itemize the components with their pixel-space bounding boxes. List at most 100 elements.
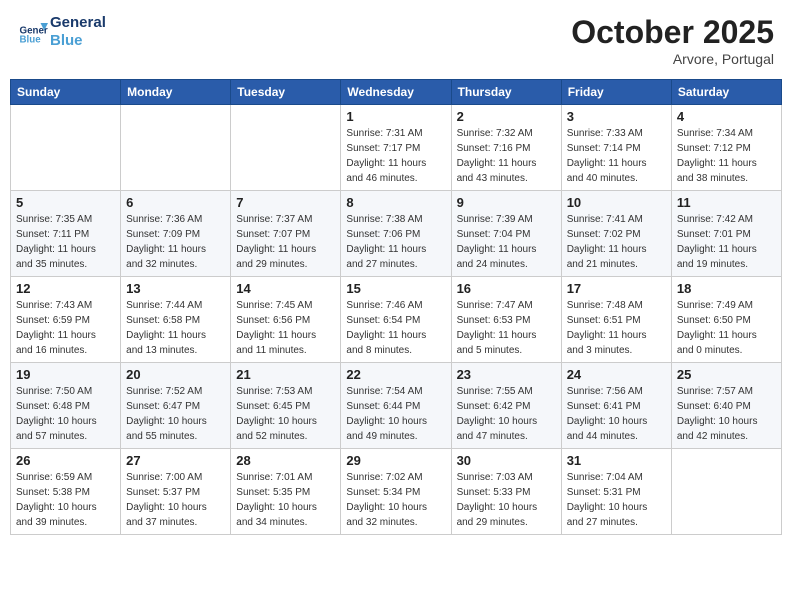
day-number: 4 xyxy=(677,109,776,124)
calendar-cell: 8Sunrise: 7:38 AM Sunset: 7:06 PM Daylig… xyxy=(341,191,451,277)
calendar-week-row: 19 Sunrise: 7:50 AM Sunset: 6:48 PM Dayli… xyxy=(11,363,782,449)
calendar-cell xyxy=(11,105,121,191)
day-info: Sunrise: 7:38 AM Sunset: 7:06 PM Dayligh… xyxy=(346,212,445,272)
day-info: Sunrise: 7:33 AM Sunset: 7:14 PM Dayligh… xyxy=(567,126,666,186)
day-of-week-header: Sunday xyxy=(11,80,121,105)
day-info: Sunrise: 7:02 AM Sunset: 5:34 PM Dayligh… xyxy=(346,470,445,530)
day-info: Sunrise: 7:35 AM Sunset: 7:11 PM Dayligh… xyxy=(16,212,115,272)
day-info: Sunrise: 7:57 AM Sunset: 6:40 PM Dayligh… xyxy=(677,384,776,444)
day-number: 3 xyxy=(567,109,666,124)
calendar-week-row: 5 Sunrise: 7:35 AM Sunset: 7:11 PM Daylig… xyxy=(11,191,782,277)
day-number: 23 xyxy=(457,367,556,382)
calendar-cell: 24 Sunrise: 7:56 AM Sunset: 6:41 PM Dayli… xyxy=(561,363,671,449)
day-info: Sunrise: 7:45 AM Sunset: 6:56 PM Dayligh… xyxy=(236,298,335,358)
logo-line1: General xyxy=(50,14,106,32)
calendar-cell: 31Sunrise: 7:04 AM Sunset: 5:31 PM Dayli… xyxy=(561,449,671,535)
calendar-week-row: 26 Sunrise: 6:59 AM Sunset: 5:38 PM Dayli… xyxy=(11,449,782,535)
day-of-week-header: Tuesday xyxy=(231,80,341,105)
calendar-cell: 17Sunrise: 7:48 AM Sunset: 6:51 PM Dayli… xyxy=(561,277,671,363)
calendar-cell xyxy=(671,449,781,535)
day-number: 6 xyxy=(126,195,225,210)
day-number: 26 xyxy=(16,453,115,468)
day-number: 12 xyxy=(16,281,115,296)
day-info: Sunrise: 7:39 AM Sunset: 7:04 PM Dayligh… xyxy=(457,212,556,272)
day-number: 25 xyxy=(677,367,776,382)
day-info: Sunrise: 7:37 AM Sunset: 7:07 PM Dayligh… xyxy=(236,212,335,272)
day-info: Sunrise: 7:32 AM Sunset: 7:16 PM Dayligh… xyxy=(457,126,556,186)
day-number: 24 xyxy=(567,367,666,382)
calendar-cell: 14 Sunrise: 7:45 AM Sunset: 6:56 PM Dayli… xyxy=(231,277,341,363)
calendar-cell: 23 Sunrise: 7:55 AM Sunset: 6:42 PM Dayli… xyxy=(451,363,561,449)
day-info: Sunrise: 7:55 AM Sunset: 6:42 PM Dayligh… xyxy=(457,384,556,444)
calendar-cell: 3 Sunrise: 7:33 AM Sunset: 7:14 PM Daylig… xyxy=(561,105,671,191)
day-info: Sunrise: 6:59 AM Sunset: 5:38 PM Dayligh… xyxy=(16,470,115,530)
calendar-cell: 2 Sunrise: 7:32 AM Sunset: 7:16 PM Daylig… xyxy=(451,105,561,191)
day-of-week-header: Wednesday xyxy=(341,80,451,105)
day-number: 17 xyxy=(567,281,666,296)
day-number: 13 xyxy=(126,281,225,296)
calendar-cell: 20 Sunrise: 7:52 AM Sunset: 6:47 PM Dayli… xyxy=(121,363,231,449)
calendar-cell: 13 Sunrise: 7:44 AM Sunset: 6:58 PM Dayli… xyxy=(121,277,231,363)
month-title: October 2025 xyxy=(571,14,774,51)
day-info: Sunrise: 7:52 AM Sunset: 6:47 PM Dayligh… xyxy=(126,384,225,444)
calendar-cell xyxy=(121,105,231,191)
logo-icon: General Blue xyxy=(18,17,48,47)
day-info: Sunrise: 7:44 AM Sunset: 6:58 PM Dayligh… xyxy=(126,298,225,358)
day-of-week-header: Monday xyxy=(121,80,231,105)
calendar-cell: 5 Sunrise: 7:35 AM Sunset: 7:11 PM Daylig… xyxy=(11,191,121,277)
calendar-cell: 28Sunrise: 7:01 AM Sunset: 5:35 PM Dayli… xyxy=(231,449,341,535)
calendar-cell: 15 Sunrise: 7:46 AM Sunset: 6:54 PM Dayli… xyxy=(341,277,451,363)
day-number: 31 xyxy=(567,453,666,468)
day-number: 19 xyxy=(16,367,115,382)
day-number: 28 xyxy=(236,453,335,468)
day-info: Sunrise: 7:46 AM Sunset: 6:54 PM Dayligh… xyxy=(346,298,445,358)
title-block: October 2025 Arvore, Portugal xyxy=(571,14,774,67)
day-number: 9 xyxy=(457,195,556,210)
day-of-week-header: Friday xyxy=(561,80,671,105)
day-info: Sunrise: 7:34 AM Sunset: 7:12 PM Dayligh… xyxy=(677,126,776,186)
day-number: 10 xyxy=(567,195,666,210)
calendar-cell: 9 Sunrise: 7:39 AM Sunset: 7:04 PM Daylig… xyxy=(451,191,561,277)
calendar-week-row: 1Sunrise: 7:31 AM Sunset: 7:17 PM Daylig… xyxy=(11,105,782,191)
day-number: 11 xyxy=(677,195,776,210)
calendar-table: SundayMondayTuesdayWednesdayThursdayFrid… xyxy=(10,79,782,535)
calendar-cell: 21Sunrise: 7:53 AM Sunset: 6:45 PM Dayli… xyxy=(231,363,341,449)
day-number: 30 xyxy=(457,453,556,468)
day-number: 18 xyxy=(677,281,776,296)
day-info: Sunrise: 7:42 AM Sunset: 7:01 PM Dayligh… xyxy=(677,212,776,272)
day-info: Sunrise: 7:54 AM Sunset: 6:44 PM Dayligh… xyxy=(346,384,445,444)
calendar-cell: 26 Sunrise: 6:59 AM Sunset: 5:38 PM Dayli… xyxy=(11,449,121,535)
calendar-cell xyxy=(231,105,341,191)
calendar-cell: 7 Sunrise: 7:37 AM Sunset: 7:07 PM Daylig… xyxy=(231,191,341,277)
calendar-cell: 6Sunrise: 7:36 AM Sunset: 7:09 PM Daylig… xyxy=(121,191,231,277)
calendar-cell: 22 Sunrise: 7:54 AM Sunset: 6:44 PM Dayli… xyxy=(341,363,451,449)
day-number: 27 xyxy=(126,453,225,468)
day-number: 29 xyxy=(346,453,445,468)
calendar-header-row: SundayMondayTuesdayWednesdayThursdayFrid… xyxy=(11,80,782,105)
day-number: 5 xyxy=(16,195,115,210)
calendar-cell: 4 Sunrise: 7:34 AM Sunset: 7:12 PM Daylig… xyxy=(671,105,781,191)
location: Arvore, Portugal xyxy=(571,51,774,67)
day-number: 2 xyxy=(457,109,556,124)
page-header: General Blue General Blue October 2025 A… xyxy=(10,10,782,71)
calendar-cell: 25 Sunrise: 7:57 AM Sunset: 6:40 PM Dayli… xyxy=(671,363,781,449)
day-info: Sunrise: 7:03 AM Sunset: 5:33 PM Dayligh… xyxy=(457,470,556,530)
day-info: Sunrise: 7:31 AM Sunset: 7:17 PM Dayligh… xyxy=(346,126,445,186)
day-number: 22 xyxy=(346,367,445,382)
day-number: 7 xyxy=(236,195,335,210)
day-info: Sunrise: 7:49 AM Sunset: 6:50 PM Dayligh… xyxy=(677,298,776,358)
day-of-week-header: Thursday xyxy=(451,80,561,105)
logo: General Blue General Blue xyxy=(18,14,106,50)
day-info: Sunrise: 7:56 AM Sunset: 6:41 PM Dayligh… xyxy=(567,384,666,444)
day-info: Sunrise: 7:47 AM Sunset: 6:53 PM Dayligh… xyxy=(457,298,556,358)
day-number: 14 xyxy=(236,281,335,296)
calendar-cell: 19 Sunrise: 7:50 AM Sunset: 6:48 PM Dayli… xyxy=(11,363,121,449)
day-info: Sunrise: 7:53 AM Sunset: 6:45 PM Dayligh… xyxy=(236,384,335,444)
day-number: 20 xyxy=(126,367,225,382)
day-info: Sunrise: 7:41 AM Sunset: 7:02 PM Dayligh… xyxy=(567,212,666,272)
day-info: Sunrise: 7:50 AM Sunset: 6:48 PM Dayligh… xyxy=(16,384,115,444)
calendar-cell: 1Sunrise: 7:31 AM Sunset: 7:17 PM Daylig… xyxy=(341,105,451,191)
svg-text:Blue: Blue xyxy=(20,35,42,46)
calendar-cell: 10 Sunrise: 7:41 AM Sunset: 7:02 PM Dayli… xyxy=(561,191,671,277)
day-number: 15 xyxy=(346,281,445,296)
